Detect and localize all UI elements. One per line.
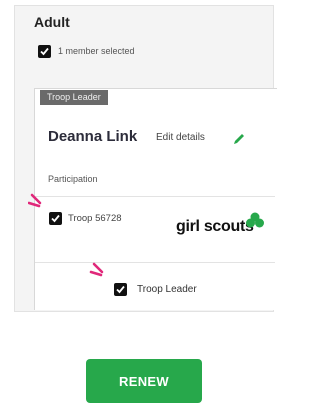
troop-leader-checkbox[interactable]: [114, 283, 127, 296]
troop-label: Troop 56728: [68, 213, 122, 224]
member-name: Deanna Link: [48, 128, 138, 145]
trefoil-icon: [246, 212, 264, 228]
highlight-sparkle-icon: [89, 262, 104, 277]
member-select-checkbox[interactable]: [38, 45, 51, 58]
pencil-icon[interactable]: [232, 132, 246, 146]
troop-checkbox[interactable]: [49, 212, 62, 225]
renew-button[interactable]: RENEW: [86, 359, 202, 403]
checkmark-icon: [116, 285, 125, 294]
member-selected-count: 1 member selected: [58, 46, 135, 56]
girl-scouts-logo: girl scouts: [176, 218, 254, 235]
member-card: [34, 88, 277, 310]
highlight-sparkle-icon: [28, 193, 42, 208]
checkmark-icon: [51, 214, 60, 223]
divider: [35, 196, 275, 197]
troop-leader-label: Troop Leader: [137, 284, 197, 295]
divider: [35, 262, 275, 263]
checkmark-icon: [40, 47, 49, 56]
section-title: Adult: [34, 14, 70, 30]
role-tag: Troop Leader: [40, 90, 108, 105]
participation-heading: Participation: [48, 174, 98, 184]
edit-details-link[interactable]: Edit details: [156, 132, 205, 143]
